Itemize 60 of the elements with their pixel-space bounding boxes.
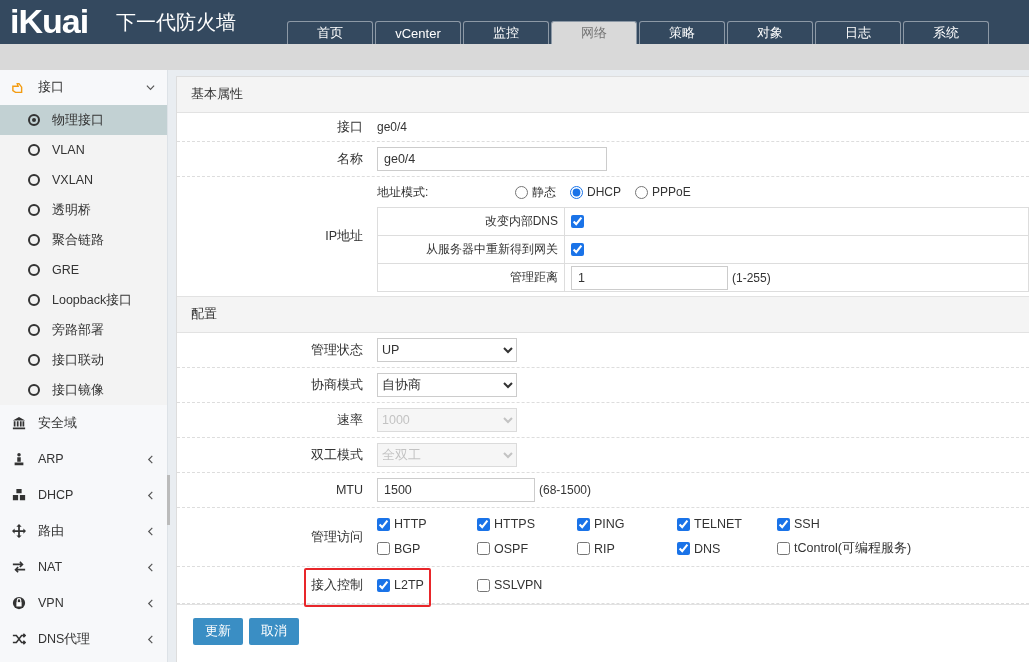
submenu-item[interactable]: 聚合链路 — [0, 225, 167, 255]
submenu-item[interactable]: VLAN — [0, 135, 167, 165]
menu-item[interactable]: ARP — [0, 441, 167, 477]
checkbox-option[interactable]: TELNET — [677, 517, 777, 531]
option-label: 改变内部DNS — [484, 213, 558, 230]
submenu-item[interactable]: 接口镜像 — [0, 375, 167, 405]
field-value: ge0/4 — [377, 120, 408, 134]
field-label: 地址模式: — [377, 183, 430, 201]
checkbox-option[interactable]: RIP — [577, 540, 677, 557]
section-title: 配置 — [177, 297, 1029, 333]
field-label: 速率 — [337, 411, 363, 429]
checkbox-option[interactable]: L2TP — [377, 578, 477, 592]
field-label: 接口 — [337, 118, 363, 136]
checkbox-option[interactable]: HTTPS — [477, 517, 577, 531]
checkbox-option[interactable]: SSH — [777, 517, 912, 531]
checkbox-option[interactable]: PING — [577, 517, 677, 531]
field-label: 双工模式 — [311, 446, 363, 464]
field-label: 名称 — [337, 150, 363, 168]
radio-option[interactable]: PPPoE — [635, 185, 691, 199]
submenu-item[interactable]: 透明桥 — [0, 195, 167, 225]
submenu-item[interactable]: VXLAN — [0, 165, 167, 195]
checkbox-option[interactable]: BGP — [377, 540, 477, 557]
menu-item[interactable]: 路由 — [0, 513, 167, 549]
mtu-input[interactable]: 1500 — [377, 478, 535, 502]
submenu-item[interactable]: GRE — [0, 255, 167, 285]
field-label: 协商模式 — [311, 376, 363, 394]
submenu-item[interactable]: 物理接口 — [0, 105, 167, 135]
radio-option[interactable]: 静态 — [515, 183, 556, 201]
submenu-item[interactable]: 旁路部署 — [0, 315, 167, 345]
checkbox-option[interactable]: DNS — [677, 540, 777, 557]
logo: iKuai — [10, 2, 89, 41]
update-button[interactable]: 更新 — [193, 618, 243, 645]
product-title: 下一代防火墙 — [116, 10, 236, 35]
cancel-button[interactable]: 取消 — [249, 618, 299, 645]
range-hint: (1-255) — [732, 270, 771, 285]
option-label: 从服务器中重新得到网关 — [426, 241, 558, 258]
menu-item[interactable]: NAT — [0, 549, 167, 585]
section-title: 基本属性 — [177, 77, 1029, 113]
menu-item[interactable]: DNS代理 — [0, 621, 167, 657]
checkbox-option[interactable]: OSPF — [477, 540, 577, 557]
menu-item[interactable]: DHCP — [0, 477, 167, 513]
submenu-item[interactable]: 接口联动 — [0, 345, 167, 375]
select-field[interactable]: UP — [377, 338, 517, 362]
checkbox-option[interactable]: SSLVPN — [477, 578, 577, 592]
checkbox-option[interactable]: tControl(可编程服务) — [777, 540, 912, 557]
field-label: 管理状态 — [311, 341, 363, 359]
menu-item[interactable]: 安全域 — [0, 405, 167, 441]
name-input[interactable]: ge0/4 — [377, 147, 607, 171]
submenu-item[interactable]: Loopback接口 — [0, 285, 167, 315]
select-field[interactable]: 自协商 — [377, 373, 517, 397]
menu-item[interactable]: VPN — [0, 585, 167, 621]
field-label: MTU — [335, 483, 363, 497]
checkbox-option[interactable]: HTTP — [377, 517, 477, 531]
field-label: 接入控制 — [311, 576, 363, 594]
distance-input[interactable]: 1 — [571, 265, 728, 290]
radio-option[interactable]: DHCP — [570, 185, 621, 199]
range-hint: (68-1500) — [539, 483, 592, 497]
field-label: 管理访问 — [311, 528, 363, 546]
option-label: 管理距离 — [510, 269, 558, 286]
field-label: IP地址 — [325, 228, 363, 245]
